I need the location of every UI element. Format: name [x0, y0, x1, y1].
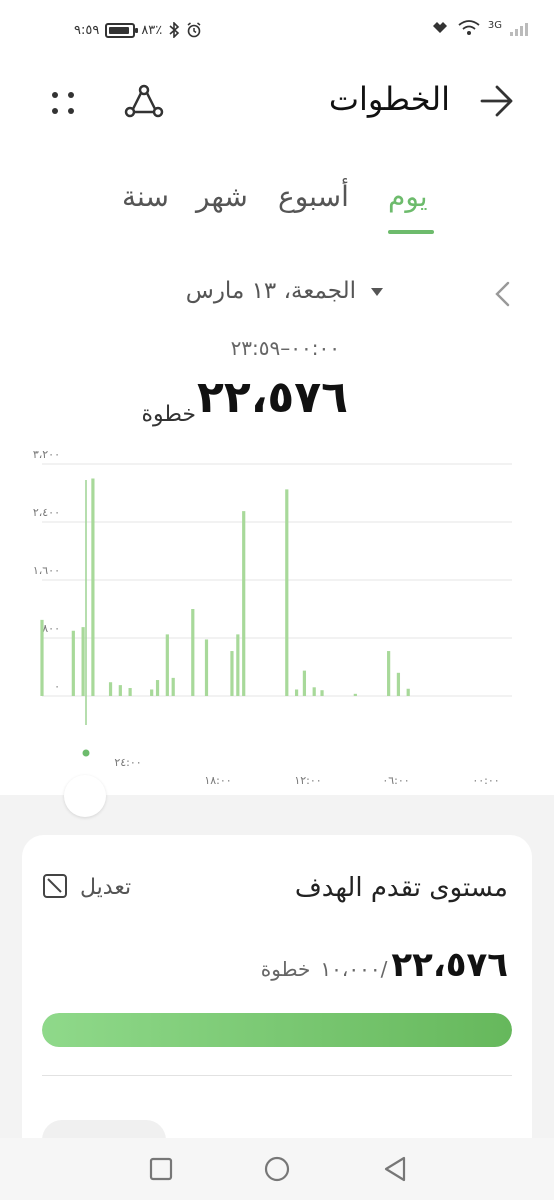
signal-icon — [510, 20, 528, 36]
tab-month[interactable]: شهر — [196, 180, 248, 213]
chart-scrubber-handle[interactable] — [64, 775, 106, 817]
dropdown-caret-icon[interactable] — [371, 288, 383, 296]
chart-bar[interactable] — [118, 685, 122, 696]
goal-progress-bar — [42, 1013, 512, 1047]
system-nav-bar — [0, 1138, 554, 1200]
chart-x-tick-label: ٠٦:٠٠ — [382, 774, 409, 787]
status-left: ٩:٥٩ ٨٣٪ — [74, 22, 202, 38]
chart-y-tick-label: ٣،٢٠٠ — [33, 450, 60, 461]
chart-x-tick-label: ٢٤:٠٠ — [114, 756, 141, 769]
battery-percent: ٨٣٪ — [141, 22, 163, 38]
chart-y-tick-label: ١،٦٠٠ — [33, 564, 60, 577]
tab-year[interactable]: سنة — [122, 180, 169, 213]
edit-goal-button[interactable]: تعديل — [80, 875, 131, 900]
tab-week[interactable]: أسبوع — [278, 180, 349, 213]
chart-bar[interactable] — [294, 689, 299, 696]
chart-bar[interactable] — [387, 651, 391, 696]
date-selector[interactable]: الجمعة، ١٣ مارس — [0, 272, 554, 316]
goal-unit: خطوة — [260, 957, 311, 981]
tab-day[interactable]: يوم — [388, 180, 428, 213]
chevron-left-icon[interactable] — [490, 280, 514, 308]
total-unit: خطوة — [141, 402, 196, 427]
chart-y-tick-label: ٨٠٠ — [42, 622, 60, 635]
more-icon[interactable] — [46, 86, 80, 120]
time-range: ٠٠:٠٠–٢٣:٥٩ — [230, 336, 340, 360]
chart-bar[interactable] — [236, 634, 240, 696]
chart-bar[interactable] — [353, 693, 357, 696]
active-tab-indicator — [388, 230, 434, 234]
network-type: 3G — [487, 20, 502, 31]
chart-y-tick-label: ٠ — [54, 680, 60, 693]
chart-bar[interactable] — [320, 690, 324, 696]
status-time: ٩:٥٩ — [74, 22, 100, 38]
goal-card-title: مستوى تقدم الهدف — [294, 873, 508, 903]
goal-current-steps: ٢٢،٥٧٦ — [391, 945, 508, 985]
goal-progress-text: ٢٢،٥٧٦ /١٠،٠٠٠ خطوة — [261, 945, 508, 985]
chart-bar[interactable] — [191, 609, 195, 696]
total-steps: ٢٢،٥٧٦ — [197, 372, 348, 423]
wifi-icon — [458, 20, 480, 35]
goal-target: /١٠،٠٠٠ — [320, 957, 388, 981]
chart-bar[interactable] — [302, 670, 307, 696]
chart-bar[interactable] — [150, 689, 154, 696]
home-icon[interactable] — [262, 1154, 292, 1184]
chart-bar[interactable] — [155, 680, 160, 696]
chart-y-tick-label: ٢،٤٠٠ — [33, 506, 60, 519]
chart-x-tick-label: ٠٠:٠٠ — [472, 774, 499, 787]
chart-bar[interactable] — [40, 619, 44, 696]
status-right: 3G — [430, 20, 528, 36]
goal-progress-fill — [42, 1013, 512, 1047]
huawei-share-icon — [432, 22, 447, 33]
date-label[interactable]: الجمعة، ١٣ مارس — [186, 278, 356, 304]
app-header: الخطوات — [0, 70, 554, 140]
chart-bar[interactable] — [406, 688, 410, 696]
back-icon[interactable] — [380, 1154, 410, 1184]
chart-bar[interactable] — [108, 682, 113, 696]
card-divider — [42, 1075, 512, 1076]
chart-cursor-dot — [82, 749, 90, 757]
edit-icon[interactable] — [42, 873, 68, 899]
chart-bar[interactable] — [165, 634, 169, 696]
chart-bar[interactable] — [71, 630, 75, 696]
page-title: الخطوات — [328, 80, 450, 118]
chart-bar[interactable] — [312, 687, 316, 696]
chart-bar[interactable] — [242, 511, 246, 696]
chart-bar[interactable] — [91, 478, 95, 697]
chart-bar[interactable] — [396, 672, 401, 696]
battery-icon — [105, 22, 139, 38]
chart-x-tick-label: ١٨:٠٠ — [204, 774, 231, 787]
recents-icon[interactable] — [146, 1154, 176, 1184]
goal-progress-card: مستوى تقدم الهدف تعديل ٢٢،٥٧٦ /١٠،٠٠٠ خط… — [22, 835, 532, 1165]
steps-chart[interactable]: ٣،٢٠٠ ٢،٤٠٠ ١،٦٠٠ ٨٠٠ ٠ ٢٤:٠٠ ١٨:٠٠ ١٢:٠٠ ٠٦:٠٠ ٠… — [0, 450, 554, 795]
alarm-icon — [187, 22, 201, 38]
chart-x-tick-label: ١٢:٠٠ — [294, 774, 321, 787]
period-tabs: سنة شهر أسبوع يوم — [0, 180, 554, 240]
chart-bar[interactable] — [81, 627, 85, 696]
chart-bar[interactable] — [128, 688, 132, 696]
back-arrow-icon[interactable] — [480, 84, 514, 118]
chart-bar[interactable] — [285, 489, 289, 696]
chart-bar[interactable] — [230, 651, 234, 696]
chart-bar[interactable] — [171, 677, 175, 696]
share-icon[interactable] — [124, 84, 164, 120]
bluetooth-icon — [169, 22, 180, 38]
status-bar: ٩:٥٩ ٨٣٪ 3G — [0, 0, 554, 66]
chart-bar[interactable] — [204, 639, 209, 696]
